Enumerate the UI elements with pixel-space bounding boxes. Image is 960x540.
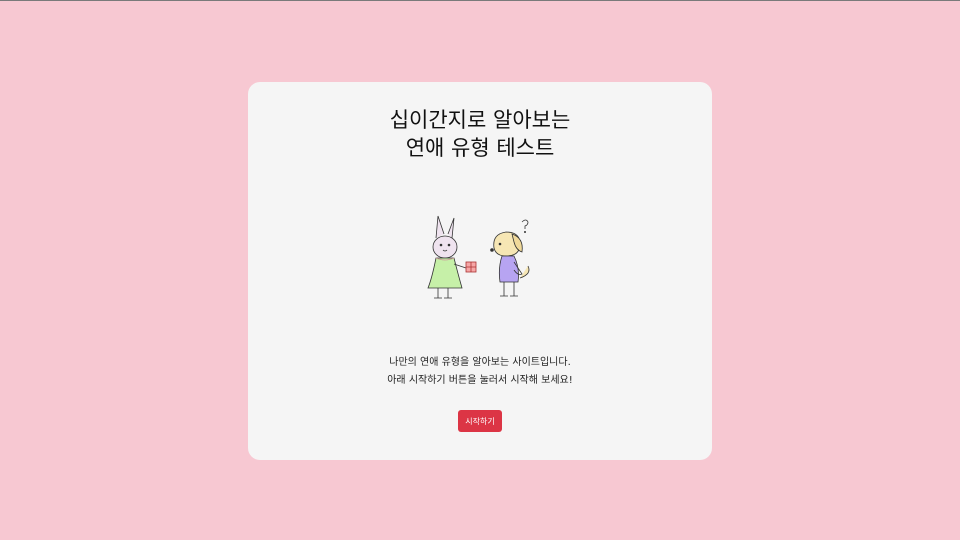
start-button[interactable]: 시작하기 <box>458 410 502 432</box>
page-title-line-2: 연애 유형 테스트 <box>405 136 555 160</box>
dog-figure <box>490 219 530 297</box>
intro-description-line-1: 나만의 연애 유형을 알아보는 사이트입니다. <box>389 357 571 368</box>
intro-card: 십이간지로 알아보는 연애 유형 테스트 나만의 연애 유형을 알아보는 사이트… <box>248 82 712 460</box>
intro-description: 나만의 연애 유형을 알아보는 사이트입니다. 아래 시작하기 버튼을 눌러서 … <box>248 354 712 390</box>
intro-description-line-2: 아래 시작하기 버튼을 눌러서 시작해 보세요! <box>387 375 573 386</box>
gift-box-figure <box>465 261 477 273</box>
rabbit-and-dog-illustration <box>427 215 530 299</box>
rabbit-figure <box>427 215 467 299</box>
page-title-line-1: 십이간지로 알아보는 <box>389 108 571 132</box>
page-title: 십이간지로 알아보는 연애 유형 테스트 <box>248 106 712 162</box>
window-top-border <box>0 0 960 1</box>
